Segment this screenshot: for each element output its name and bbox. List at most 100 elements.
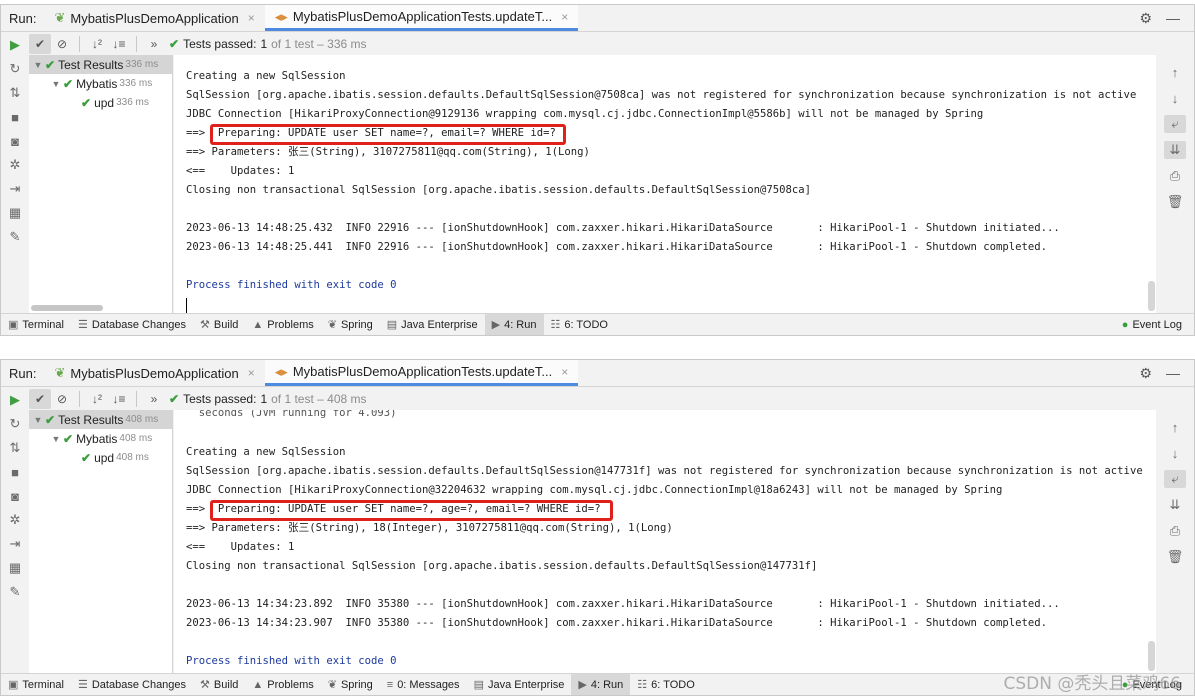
- status-java-enterprise[interactable]: ▤ Java Enterprise: [467, 674, 572, 695]
- sort-duration-button[interactable]: ↓≡: [108, 389, 130, 409]
- check-icon: ✔: [169, 391, 180, 406]
- tab-label: MybatisPlusDemoApplicationTests.updateT.…: [292, 9, 553, 24]
- sort-duration-button[interactable]: ↓≡: [108, 34, 130, 54]
- status-run[interactable]: ▶ 4: Run: [571, 674, 631, 695]
- test-icon: ◂▸: [274, 8, 288, 24]
- tab-application[interactable]: ❦ MybatisPlusDemoApplication ×: [44, 360, 264, 386]
- console-line: JDBC Connection [HikariProxyConnection@9…: [186, 108, 984, 120]
- camera-icon[interactable]: ◙: [11, 132, 19, 150]
- minimize-icon[interactable]: —: [1166, 10, 1180, 26]
- sort-alpha-button[interactable]: ↓²: [86, 389, 108, 409]
- pin-icon[interactable]: ✎: [10, 228, 21, 246]
- tree-row-class[interactable]: ▼ ✔ Mybatis 408 ms: [29, 429, 172, 448]
- rerun-failed-icon[interactable]: ↻: [10, 415, 21, 433]
- console-line: ==> Parameters: 张三(String), 3107275811@q…: [186, 146, 590, 158]
- chevron-down-icon[interactable]: ▼: [31, 60, 45, 70]
- trash-icon[interactable]: 🗑: [1164, 193, 1186, 211]
- gear-icon[interactable]: ⚙: [1139, 10, 1152, 27]
- status-java-enterprise[interactable]: ▤ Java Enterprise: [380, 314, 485, 335]
- tree-label: Mybatis: [76, 431, 118, 446]
- vertical-scrollbar[interactable]: [1148, 55, 1156, 313]
- status-label: 6: TODO: [651, 678, 695, 691]
- toggle-icon[interactable]: ⇅: [10, 84, 21, 102]
- status-database-changes[interactable]: ☰ Database Changes: [71, 314, 193, 335]
- status-build[interactable]: ⚒ Build: [193, 314, 245, 335]
- run-label: Run:: [9, 10, 37, 26]
- close-icon[interactable]: ×: [561, 365, 568, 379]
- status-todo[interactable]: ☷ 6: TODO: [630, 674, 701, 695]
- gear-icon[interactable]: ⚙: [1139, 365, 1152, 382]
- rerun-failed-icon[interactable]: ↻: [10, 60, 21, 78]
- exit-icon[interactable]: ⇥: [10, 535, 21, 553]
- chevron-down-icon[interactable]: ▼: [31, 415, 45, 425]
- arrow-down-icon[interactable]: ↓: [1164, 444, 1186, 462]
- bug-icon[interactable]: ✲: [10, 156, 21, 174]
- arrow-up-icon[interactable]: ↑: [1164, 63, 1186, 81]
- status-messages[interactable]: ≡ 0: Messages: [380, 674, 467, 695]
- scroll-to-end-icon[interactable]: ⇊: [1164, 141, 1186, 159]
- layout-icon[interactable]: ▦: [9, 204, 21, 222]
- play-icon[interactable]: ▶: [10, 36, 20, 54]
- soft-wrap-icon[interactable]: ⤶: [1164, 470, 1186, 488]
- stop-square-icon[interactable]: ■: [11, 463, 19, 481]
- more-chevron[interactable]: »: [143, 389, 165, 409]
- horizontal-scrollbar[interactable]: [31, 305, 103, 311]
- right-tool-strip: ↑ ↓ ⤶ ⇊ ⎙ 🗑: [1156, 55, 1194, 313]
- tree-row-method[interactable]: ✔ upd 408 ms: [29, 448, 172, 467]
- tab-application[interactable]: ❦ MybatisPlusDemoApplication ×: [44, 5, 264, 31]
- pin-icon[interactable]: ✎: [10, 583, 21, 601]
- layout-icon[interactable]: ▦: [9, 559, 21, 577]
- status-terminal[interactable]: ▣ Terminal: [1, 314, 71, 335]
- tree-label: upd: [94, 95, 115, 110]
- run-icon: ▶: [491, 319, 501, 331]
- status-database-changes[interactable]: ☰ Database Changes: [71, 674, 193, 695]
- show-ignored-button[interactable]: ⊘: [51, 34, 73, 54]
- tree-row-results[interactable]: ▼ ✔ Test Results 408 ms: [29, 410, 172, 429]
- status-spring[interactable]: ❦ Spring: [321, 314, 380, 335]
- tab-tests[interactable]: ◂▸ MybatisPlusDemoApplicationTests.updat…: [264, 5, 579, 31]
- more-chevron[interactable]: »: [143, 34, 165, 54]
- tree-row-results[interactable]: ▼ ✔ Test Results 336 ms: [29, 55, 172, 74]
- sort-alpha-button[interactable]: ↓²: [86, 34, 108, 54]
- show-passed-button[interactable]: ✔: [29, 33, 51, 54]
- status-run[interactable]: ▶ 4: Run: [484, 314, 544, 335]
- close-icon[interactable]: ×: [248, 11, 255, 25]
- minimize-icon[interactable]: —: [1166, 365, 1180, 381]
- chevron-down-icon[interactable]: ▼: [49, 434, 63, 444]
- status-problems[interactable]: ▲ Problems: [245, 314, 320, 335]
- scroll-to-end-icon[interactable]: ⇊: [1164, 496, 1186, 514]
- print-icon[interactable]: ⎙: [1164, 522, 1186, 540]
- tab-tests[interactable]: ◂▸ MybatisPlusDemoApplicationTests.updat…: [264, 360, 579, 386]
- status-spring[interactable]: ❦ Spring: [321, 674, 380, 695]
- status-terminal[interactable]: ▣ Terminal: [1, 674, 71, 695]
- show-ignored-button[interactable]: ⊘: [51, 389, 73, 409]
- status-event-log[interactable]: ● Event Log: [1122, 319, 1194, 331]
- close-icon[interactable]: ×: [561, 10, 568, 24]
- play-icon[interactable]: ▶: [10, 391, 20, 409]
- bug-icon[interactable]: ✲: [10, 511, 21, 529]
- trash-icon[interactable]: 🗑: [1164, 548, 1186, 566]
- check-icon: ✔: [63, 76, 74, 91]
- status-build[interactable]: ⚒ Build: [193, 674, 245, 695]
- console-line: ==> Parameters: 张三(String), 18(Integer),…: [186, 522, 673, 534]
- print-icon[interactable]: ⎙: [1164, 167, 1186, 185]
- close-icon[interactable]: ×: [248, 366, 255, 380]
- status-todo[interactable]: ☷ 6: TODO: [544, 314, 615, 335]
- status-problems[interactable]: ▲ Problems: [245, 674, 320, 695]
- exit-icon[interactable]: ⇥: [10, 180, 21, 198]
- console-line: SqlSession [org.apache.ibatis.session.de…: [186, 89, 1137, 101]
- tree-row-method[interactable]: ✔ upd 336 ms: [29, 93, 172, 112]
- soft-wrap-icon[interactable]: ⤶: [1164, 115, 1186, 133]
- camera-icon[interactable]: ◙: [11, 487, 19, 505]
- vertical-scrollbar[interactable]: [1148, 410, 1156, 673]
- chevron-down-icon[interactable]: ▼: [49, 79, 63, 89]
- stop-square-icon[interactable]: ■: [11, 108, 19, 126]
- tree-row-class[interactable]: ▼ ✔ Mybatis 336 ms: [29, 74, 172, 93]
- arrow-up-icon[interactable]: ↑: [1164, 418, 1186, 436]
- run-icon: ▶: [578, 679, 587, 691]
- toggle-icon[interactable]: ⇅: [10, 439, 21, 457]
- arrow-down-icon[interactable]: ↓: [1164, 89, 1186, 107]
- tests-count: 1: [260, 391, 268, 406]
- show-passed-button[interactable]: ✔: [29, 388, 51, 409]
- sort-alpha-icon: ↓²: [92, 36, 102, 51]
